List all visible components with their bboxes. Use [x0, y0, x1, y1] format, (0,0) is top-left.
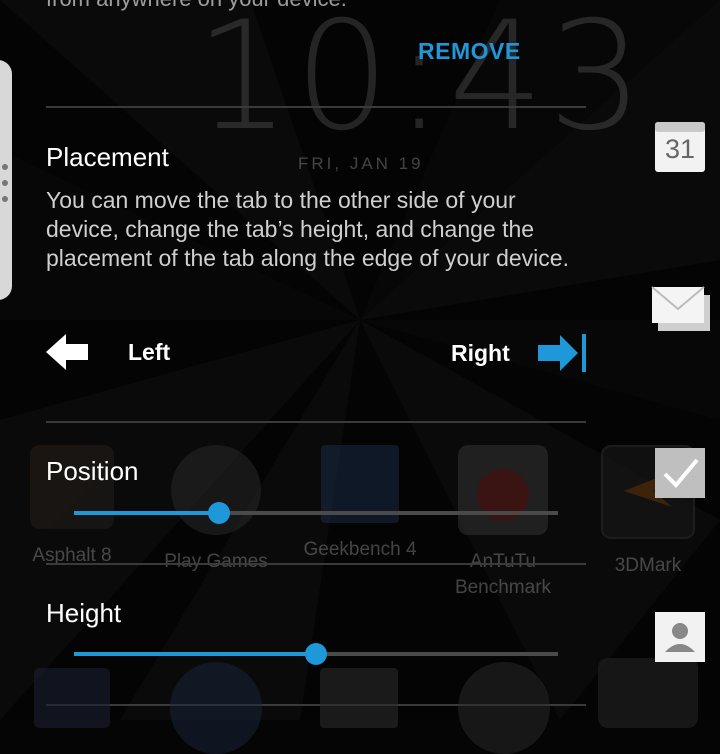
dock-app [170, 662, 262, 754]
app-antutu: AnTuTu Benchmark [438, 445, 568, 601]
arrow-left-icon [46, 334, 88, 370]
app-label: Geekbench 4 [303, 539, 417, 560]
placement-left-label: Left [128, 338, 171, 365]
placement-right-button[interactable]: Right [451, 334, 586, 372]
position-title: Position [46, 456, 139, 486]
dock-app [34, 668, 110, 728]
divider [46, 421, 586, 423]
calendar-day-number: 31 [664, 134, 696, 164]
placement-description: You can move the tab to the other side o… [46, 187, 569, 271]
app-label: Play Games [164, 551, 268, 572]
height-slider-thumb[interactable] [305, 643, 327, 665]
edge-tab-handle[interactable] [0, 60, 12, 300]
placement-title: Placement [46, 142, 169, 172]
arrow-right-bar-icon [537, 334, 586, 372]
contact-icon[interactable] [655, 612, 705, 662]
calendar-icon[interactable]: 31 [655, 122, 705, 172]
lockscreen-date: FRI, JAN 19 [298, 154, 424, 173]
divider [46, 563, 586, 565]
height-slider[interactable] [74, 643, 558, 665]
position-slider[interactable] [74, 502, 558, 524]
height-title: Height [46, 598, 122, 628]
lockscreen-clock: 10:43 [195, 0, 648, 164]
mail-icon[interactable] [650, 285, 712, 339]
height-slider-fill [74, 652, 316, 656]
dock-app [458, 662, 550, 754]
app-label: AnTuTu Benchmark [454, 551, 552, 598]
placement-right-label: Right [451, 339, 510, 366]
placement-left-button[interactable]: Left [46, 334, 170, 370]
dock-app-folder [598, 658, 698, 728]
description-cut-text: from anywhere on your device. [46, 0, 347, 12]
remove-button[interactable]: REMOVE [418, 38, 521, 65]
app-geekbench: Geekbench 4 [295, 445, 425, 563]
divider [46, 106, 586, 108]
app-label: 3DMark [614, 555, 682, 576]
checkbox-icon[interactable] [655, 448, 705, 498]
position-slider-fill [74, 511, 220, 515]
app-label: Asphalt 8 [32, 545, 112, 566]
dock-app [320, 668, 398, 728]
